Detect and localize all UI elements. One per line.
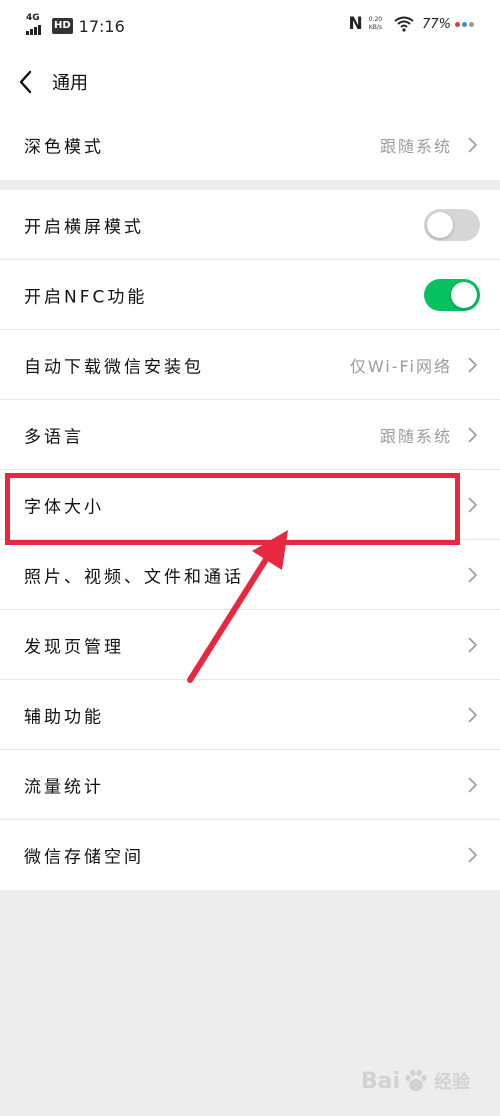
row-label: 开启横屏模式 — [24, 217, 144, 237]
settings-row-language[interactable]: 多语言 跟随系统 — [0, 400, 500, 470]
status-bar: 4G HD 17:16 N 0.20 KB/s 77% — [0, 0, 500, 55]
settings-row-nfc[interactable]: 开启NFC功能 — [0, 260, 500, 330]
network-speed: 0.20 KB/s — [369, 16, 382, 32]
watermark: Bai 经验 — [361, 1068, 470, 1094]
watermark-text: 经验 — [434, 1072, 470, 1093]
clock: 17:16 — [78, 16, 125, 36]
row-label: 自动下载微信安装包 — [24, 357, 204, 377]
header: 通用 — [0, 55, 500, 110]
notification-dot — [462, 21, 467, 27]
chevron-right-icon — [468, 137, 478, 153]
settings-row-accessibility[interactable]: 辅助功能 — [0, 680, 500, 750]
row-label: 流量统计 — [24, 777, 104, 797]
row-label: 发现页管理 — [24, 637, 124, 657]
toggle-knob — [451, 281, 477, 308]
toggle-knob — [427, 211, 453, 238]
page-title: 通用 — [52, 73, 88, 94]
wifi-icon — [394, 16, 414, 32]
chevron-right-icon — [468, 636, 478, 653]
chevron-left-icon[interactable] — [16, 69, 36, 95]
notification-dots — [455, 21, 474, 27]
settings-row-landscape[interactable]: 开启横屏模式 — [0, 190, 500, 260]
row-value: 仅Wi-Fi网络 — [349, 356, 452, 376]
settings-row-media-files[interactable]: 照片、视频、文件和通话 — [0, 540, 500, 610]
landscape-toggle[interactable] — [424, 208, 480, 241]
notification-dot — [455, 21, 460, 27]
settings-row-storage[interactable]: 微信存储空间 — [0, 820, 500, 890]
settings-group-general: 开启横屏模式 开启NFC功能 自动下载微信安装包 仅Wi-Fi网络 多语言 跟随… — [0, 190, 500, 890]
settings-row-auto-download[interactable]: 自动下载微信安装包 仅Wi-Fi网络 — [0, 330, 500, 400]
paw-icon — [405, 1069, 427, 1091]
settings-row-dark-mode[interactable]: 深色模式 跟随系统 — [0, 110, 500, 180]
row-label: 字体大小 — [24, 497, 104, 517]
speed-value: 0.20 — [368, 16, 383, 23]
chevron-right-icon — [468, 566, 478, 583]
chevron-right-icon — [468, 776, 478, 793]
settings-row-data-usage[interactable]: 流量统计 — [0, 750, 500, 820]
settings-row-discover-page[interactable]: 发现页管理 — [0, 610, 500, 680]
row-value: 跟随系统 — [379, 137, 452, 156]
notification-dot — [469, 21, 474, 27]
row-value: 跟随系统 — [379, 426, 452, 446]
row-label: 多语言 — [24, 427, 84, 447]
chevron-right-icon — [468, 496, 478, 513]
settings-row-font-size[interactable]: 字体大小 — [0, 470, 500, 540]
nfc-toggle[interactable] — [424, 278, 480, 311]
network-type: 4G — [26, 13, 40, 23]
row-label: 微信存储空间 — [24, 847, 144, 868]
settings-group-display: 深色模式 跟随系统 — [0, 110, 500, 180]
watermark-text: Bai — [360, 1068, 400, 1094]
row-label: 开启NFC功能 — [24, 287, 148, 307]
nfc-icon: N — [348, 14, 363, 34]
chevron-right-icon — [468, 426, 478, 443]
chevron-right-icon — [468, 356, 478, 373]
signal-icon: 4G — [24, 13, 46, 37]
row-label: 深色模式 — [24, 137, 104, 158]
speed-unit: KB/s — [368, 24, 383, 31]
row-label: 辅助功能 — [24, 707, 104, 727]
status-right: N 0.20 KB/s 77% — [348, 14, 474, 34]
status-left: 4G HD 17:16 — [24, 13, 125, 37]
row-label: 照片、视频、文件和通话 — [24, 567, 244, 587]
battery-level: 77% — [422, 16, 451, 32]
chevron-right-icon — [468, 847, 478, 863]
chevron-right-icon — [468, 706, 478, 723]
hd-icon: HD — [52, 18, 73, 34]
